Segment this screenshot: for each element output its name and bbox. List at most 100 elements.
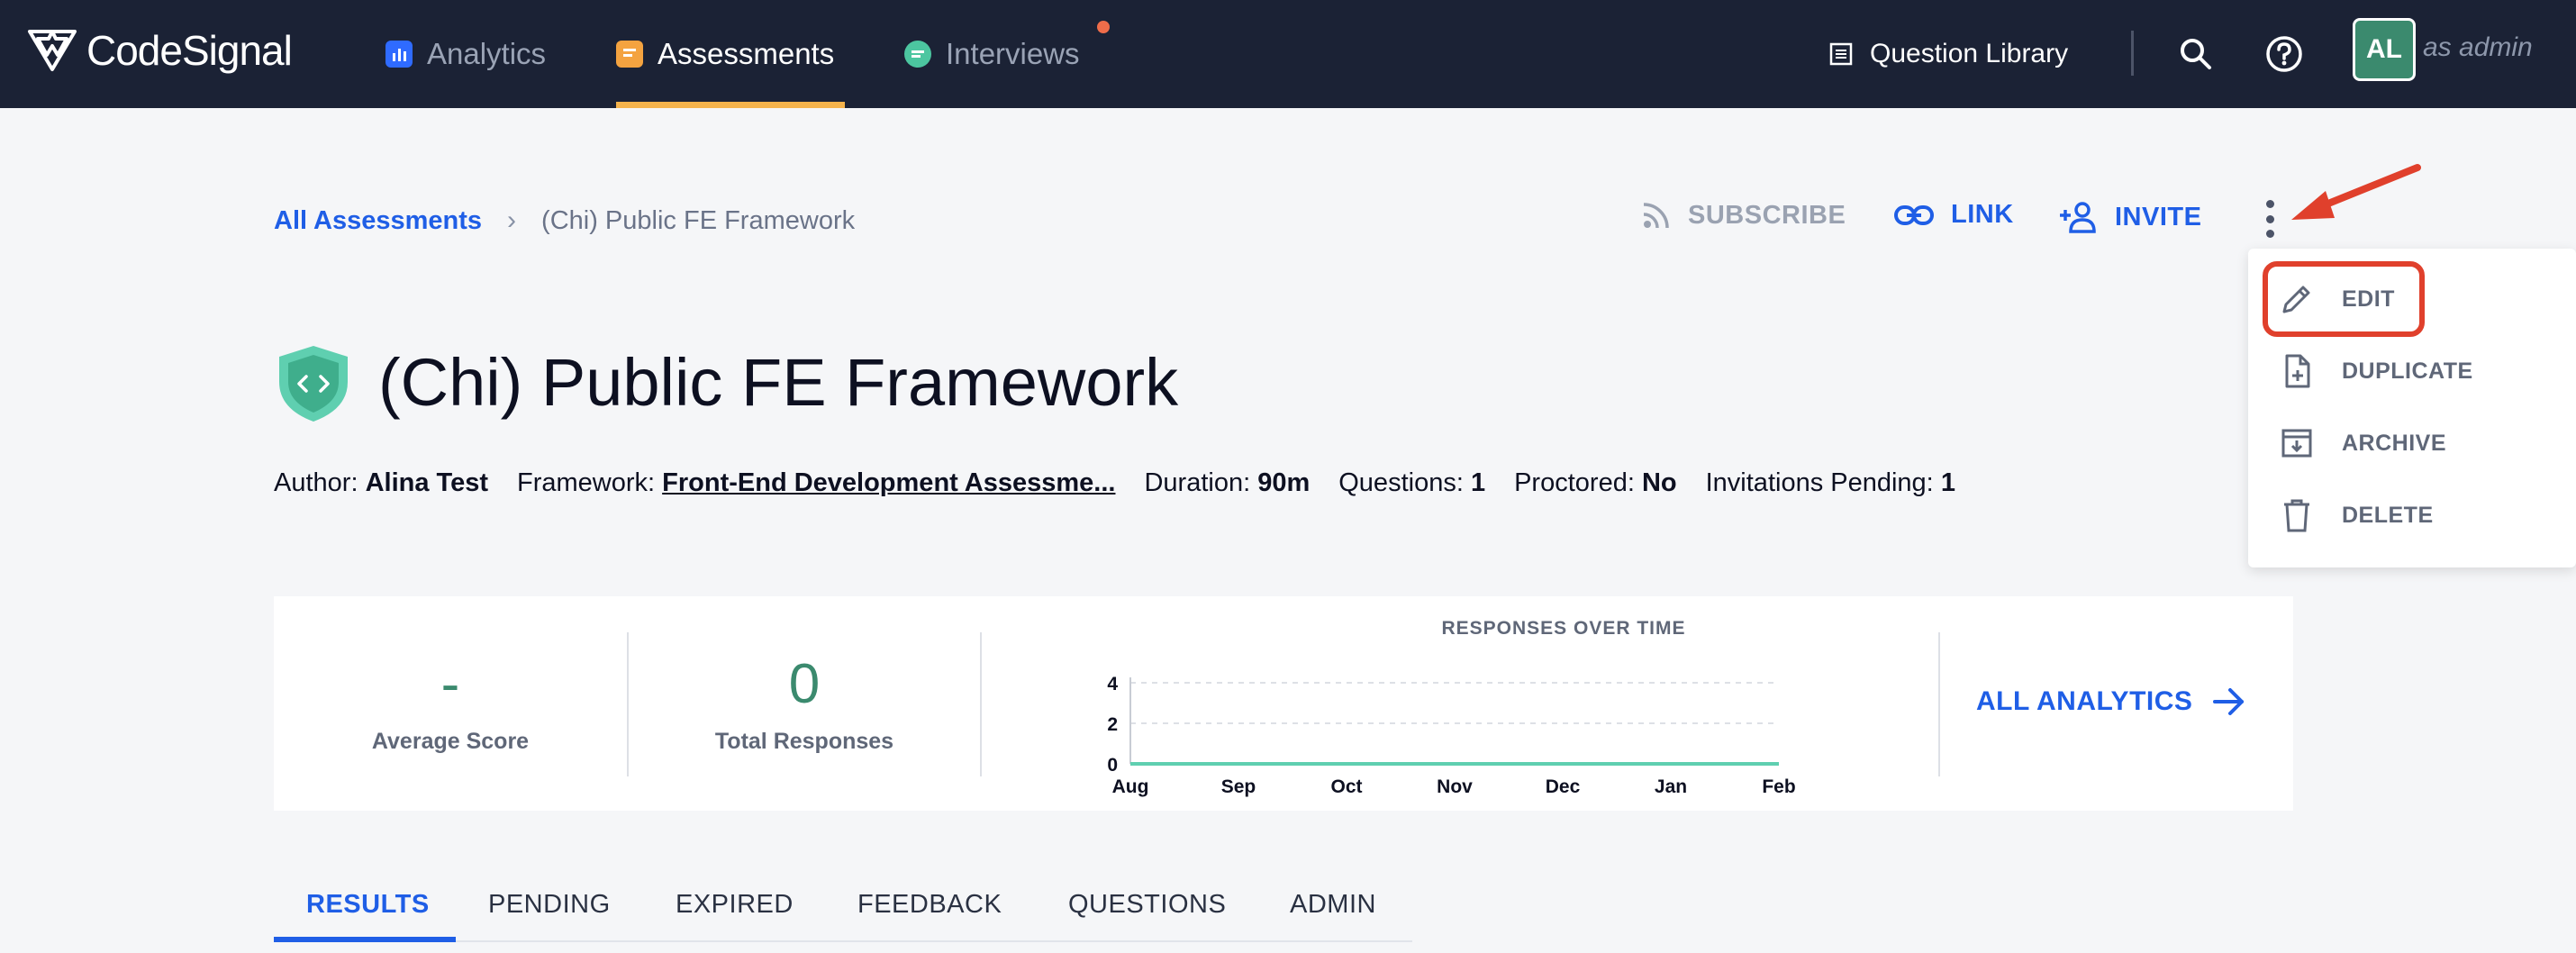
nav-separator	[2131, 31, 2134, 76]
meta-framework: Framework: Front-End Development Assessm…	[517, 468, 1115, 498]
menu-item-label: ARCHIVE	[2342, 430, 2447, 456]
breadcrumb: All Assessments › (Chi) Public FE Framew…	[274, 205, 855, 236]
meta-label: Invitations Pending:	[1705, 468, 1934, 497]
nav-tab-analytics[interactable]: Analytics	[385, 0, 546, 108]
meta-value: 1	[1470, 468, 1486, 497]
meta-label: Proctored:	[1514, 468, 1635, 497]
divider	[1938, 632, 1940, 776]
page-title: (Chi) Public FE Framework	[378, 345, 1179, 420]
tab-results[interactable]: RESULTS	[306, 890, 430, 920]
breadcrumb-all-assessments[interactable]: All Assessments	[274, 206, 482, 236]
meta-label: Questions:	[1338, 468, 1464, 497]
rss-icon	[1643, 203, 1669, 229]
arrow-right-icon	[2213, 688, 2245, 715]
tab-pending[interactable]: PENDING	[488, 890, 611, 920]
y-tick-label: 2	[1107, 714, 1118, 735]
y-tick-label: 0	[1107, 755, 1118, 776]
meta-value: 90m	[1257, 468, 1311, 497]
tab-feedback[interactable]: FEEDBACK	[857, 890, 1002, 920]
average-score-stat: - Average Score	[274, 596, 627, 811]
logo-text: CodeSignal	[86, 27, 293, 74]
menu-item-label: DELETE	[2342, 502, 2434, 528]
y-tick-label: 4	[1107, 674, 1118, 694]
stats-card: - Average Score 0 Total Responses RESPON…	[274, 596, 2293, 811]
bar-chart-icon	[385, 41, 413, 68]
x-tick-label: Jan	[1655, 776, 1687, 797]
nav-tab-label: Assessments	[658, 37, 835, 70]
codesignal-logo-icon	[28, 30, 77, 71]
archive-icon	[2281, 429, 2312, 458]
avatar[interactable]: AL	[2353, 18, 2416, 81]
x-tick-label: Feb	[1762, 776, 1795, 797]
menu-item-delete[interactable]: DELETE	[2279, 488, 2434, 542]
stat-value: 0	[788, 653, 821, 715]
meta-questions: Questions: 1	[1338, 468, 1485, 498]
meta-value: 1	[1940, 468, 1955, 497]
as-admin-label: as admin	[2423, 32, 2533, 62]
chart-title: RESPONSES OVER TIME	[1441, 618, 1686, 639]
subscribe-label: SUBSCRIBE	[1688, 200, 1846, 230]
chevron-right-icon: ›	[507, 205, 517, 235]
x-tick-label: Aug	[1112, 776, 1149, 797]
trash-icon	[2284, 499, 2309, 532]
divider	[980, 632, 982, 776]
tab-admin[interactable]: ADMIN	[1290, 890, 1376, 920]
assessment-icon	[616, 41, 643, 68]
tab-questions[interactable]: QUESTIONS	[1068, 890, 1226, 920]
x-tick-label: Sep	[1221, 776, 1256, 797]
nav-tab-label: Analytics	[427, 37, 547, 70]
stat-label: Total Responses	[714, 729, 894, 754]
link-icon	[1894, 204, 1934, 225]
subscribe-button[interactable]: SUBSCRIBE	[1641, 200, 1846, 231]
x-tick-label: Oct	[1330, 776, 1362, 797]
meta-value: No	[1641, 468, 1677, 497]
nav-tab-assessments[interactable]: Assessments	[616, 0, 845, 108]
menu-item-archive[interactable]: ARCHIVE	[2279, 416, 2446, 470]
x-tick-label: Dec	[1546, 776, 1581, 797]
assessment-meta: Author: Alina Test Framework: Front-End …	[274, 468, 1955, 498]
menu-item-label: DUPLICATE	[2342, 358, 2473, 384]
meta-label: Framework:	[517, 468, 656, 497]
search-icon	[2181, 39, 2211, 69]
meta-label: Duration:	[1144, 468, 1251, 497]
more-options-icon[interactable]	[2261, 200, 2279, 238]
nav-tab-label: Interviews	[946, 37, 1080, 70]
question-library-label: Question Library	[1870, 39, 2069, 68]
menu-item-duplicate[interactable]: DUPLICATE	[2279, 344, 2473, 398]
active-tab-underline	[616, 102, 845, 108]
meta-author: Author: Alina Test	[274, 468, 488, 498]
notification-dot	[1097, 21, 1110, 33]
invite-label: INVITE	[2115, 202, 2202, 231]
help-button[interactable]	[2264, 0, 2304, 108]
edit-highlight-annotation	[2263, 261, 2425, 337]
codesignal-logo[interactable]: CodeSignal	[27, 23, 293, 77]
chat-icon	[904, 41, 931, 68]
search-button[interactable]	[2178, 0, 2214, 108]
meta-label: Author:	[274, 468, 358, 497]
meta-proctored: Proctored: No	[1514, 468, 1677, 498]
stat-label: Average Score	[371, 729, 530, 754]
nav-tab-interviews[interactable]: Interviews	[904, 0, 1080, 108]
all-analytics-link[interactable]: ALL ANALYTICS	[1976, 686, 2246, 717]
duplicate-file-icon	[2285, 354, 2310, 388]
question-library-link[interactable]: Question Library	[1828, 0, 2068, 108]
total-responses-stat: 0 Total Responses	[629, 596, 980, 811]
add-person-icon	[2060, 202, 2096, 233]
stat-value: -	[440, 653, 460, 715]
annotation-arrow-icon	[2291, 164, 2421, 220]
assessment-tabs: RESULTS PENDING EXPIRED FEEDBACK QUESTIO…	[274, 863, 1412, 942]
meta-duration: Duration: 90m	[1144, 468, 1310, 498]
link-button[interactable]: LINK	[1893, 200, 2014, 230]
breadcrumb-current: (Chi) Public FE Framework	[541, 205, 856, 235]
framework-link[interactable]: Front-End Development Assessme...	[662, 468, 1115, 497]
top-nav: CodeSignal Analytics Assessments Intervi…	[0, 0, 2576, 108]
shield-code-icon	[279, 346, 348, 422]
x-tick-label: Nov	[1437, 776, 1473, 797]
responses-chart: 0 2 4 Aug Sep Oct Nov Dec Jan Feb	[1107, 674, 1795, 797]
tab-expired[interactable]: EXPIRED	[676, 890, 794, 920]
book-list-icon	[1829, 42, 1853, 66]
link-label: LINK	[1951, 200, 2014, 229]
active-tab-underline	[274, 937, 456, 942]
invite-button[interactable]: INVITE	[2057, 200, 2201, 234]
meta-pending: Invitations Pending: 1	[1706, 468, 1955, 498]
